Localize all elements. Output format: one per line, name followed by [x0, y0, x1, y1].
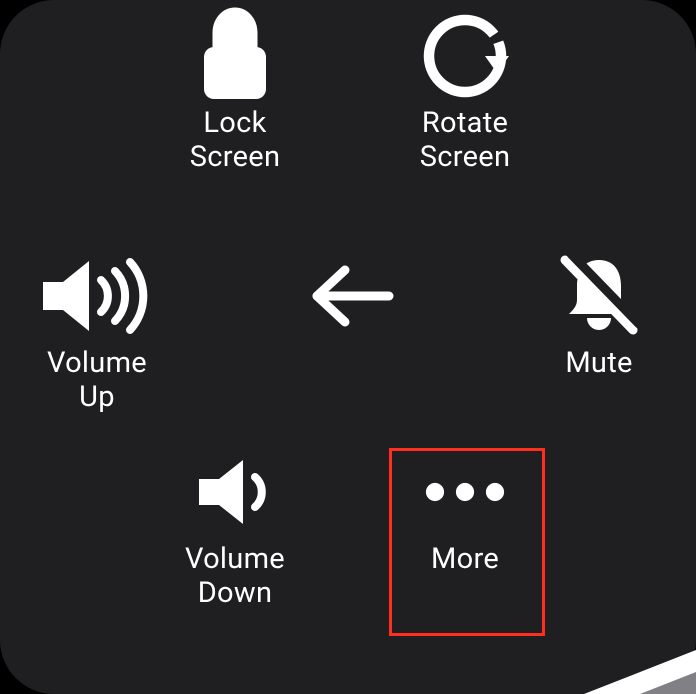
bell-slash-icon	[549, 246, 649, 346]
rotate-icon	[415, 6, 515, 106]
assistive-touch-device-panel: Lock Screen Rotate Screen Volume Up	[0, 0, 696, 694]
rotate-screen-button[interactable]: Rotate Screen	[380, 6, 550, 174]
arrow-left-icon	[301, 246, 401, 346]
volume-up-icon	[37, 246, 157, 346]
volume-down-label: Volume Down	[185, 542, 285, 610]
back-button[interactable]	[266, 246, 436, 346]
volume-down-button[interactable]: Volume Down	[150, 442, 320, 610]
mute-button[interactable]: Mute	[514, 246, 684, 380]
volume-up-button[interactable]: Volume Up	[12, 246, 182, 414]
lock-screen-label: Lock Screen	[190, 106, 281, 174]
rotate-screen-label: Rotate Screen	[420, 106, 511, 174]
lock-screen-button[interactable]: Lock Screen	[150, 6, 320, 174]
resize-grip-corner	[584, 650, 696, 694]
more-label: More	[431, 542, 499, 576]
lock-icon	[185, 6, 285, 106]
more-ellipsis-icon	[415, 442, 515, 542]
mute-label: Mute	[565, 346, 632, 380]
more-button[interactable]: More	[380, 442, 550, 576]
volume-down-icon	[185, 442, 285, 542]
volume-up-label: Volume Up	[47, 346, 147, 414]
